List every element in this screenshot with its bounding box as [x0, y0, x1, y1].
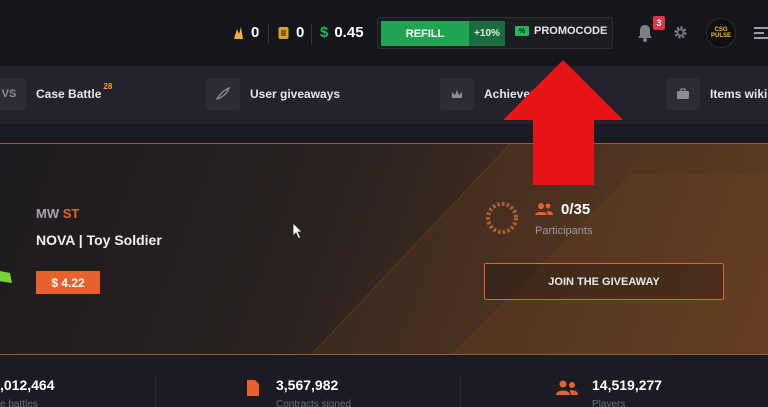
item-quality: MW ST — [36, 206, 79, 221]
nav-item-count: 28 — [103, 81, 113, 91]
bell-icon[interactable] — [637, 24, 653, 42]
coins-balance: 0 — [277, 24, 304, 41]
top-bar: 0 0 $ 0.45 REFILL +10% % PROMOCODE 3 CSG… — [0, 0, 768, 66]
nav-item-label: User giveaways — [250, 87, 341, 101]
coins-value: 0 — [296, 24, 305, 41]
mouse-cursor — [292, 222, 303, 240]
players-icon — [556, 380, 578, 395]
stat-players-label: Players — [592, 399, 626, 407]
join-giveaway-button[interactable]: JOIN THE GIVEAWAY — [484, 263, 724, 300]
feather-icon — [206, 78, 240, 110]
stat-battles-value: ,012,464 — [0, 377, 55, 393]
coin-icon — [278, 26, 289, 39]
vs-icon: VS — [0, 78, 26, 110]
menu-icon[interactable] — [754, 27, 768, 39]
balance-value: 0.45 — [334, 24, 364, 41]
refill-button[interactable]: REFILL — [381, 21, 469, 46]
nav-item-items-wiki[interactable]: Items wiki — [666, 78, 767, 110]
nav-item-case-battle[interactable]: VS Case Battle 28 — [0, 78, 112, 110]
dollar-balance: $ 0.45 — [320, 24, 364, 41]
gear-icon[interactable] — [673, 25, 688, 40]
briefcase-icon — [666, 78, 700, 110]
quality-wear: MW — [36, 206, 60, 221]
crown-icon — [440, 78, 474, 110]
participants-count: 0/35 — [561, 201, 591, 218]
participants-icon — [535, 203, 553, 215]
stat-players-value: 14,519,277 — [592, 377, 663, 393]
giveaway-banner — [0, 143, 768, 355]
dollar-sign: $ — [320, 24, 329, 41]
nav-item-label: Items wiki — [710, 87, 768, 101]
ticket-icon: % — [515, 26, 529, 36]
timer-ring-icon — [486, 202, 518, 234]
refill-bonus-badge[interactable]: +10% — [469, 21, 505, 46]
nav-item-user-giveaways[interactable]: User giveaways — [206, 78, 340, 110]
weapon-image — [0, 271, 12, 283]
quality-stattrak: ST — [62, 206, 80, 221]
promocode-button[interactable]: % PROMOCODE — [515, 25, 607, 37]
item-name: NOVA | Toy Soldier — [36, 232, 162, 248]
stat-battles-label: e battles — [0, 399, 38, 407]
participants-label: Participants — [535, 225, 593, 237]
red-arrow-annotation — [503, 60, 623, 185]
divider — [460, 375, 461, 407]
page: 0 0 $ 0.45 REFILL +10% % PROMOCODE 3 CSG… — [0, 0, 768, 407]
item-price-badge: $ 4.22 — [36, 271, 100, 294]
divider — [155, 375, 156, 407]
divider — [268, 24, 269, 44]
contract-icon — [247, 380, 259, 396]
notification-badge: 3 — [653, 16, 665, 30]
stat-contracts-label: Contracts signed — [276, 399, 352, 407]
horns-icon — [234, 26, 243, 39]
horns-value: 0 — [251, 24, 260, 41]
avatar-text: CSG PULSE — [710, 27, 731, 39]
avatar[interactable]: CSG PULSE — [706, 18, 736, 48]
divider — [311, 24, 312, 44]
horns-balance: 0 — [232, 24, 259, 41]
promocode-label: PROMOCODE — [534, 25, 608, 37]
refill-group: REFILL +10% % PROMOCODE — [377, 17, 613, 49]
stat-contracts-value: 3,567,982 — [276, 377, 339, 393]
nav-strip: VS Case Battle 28 User giveaways Achieve… — [0, 66, 768, 124]
nav-item-label: Case Battle — [36, 87, 102, 101]
